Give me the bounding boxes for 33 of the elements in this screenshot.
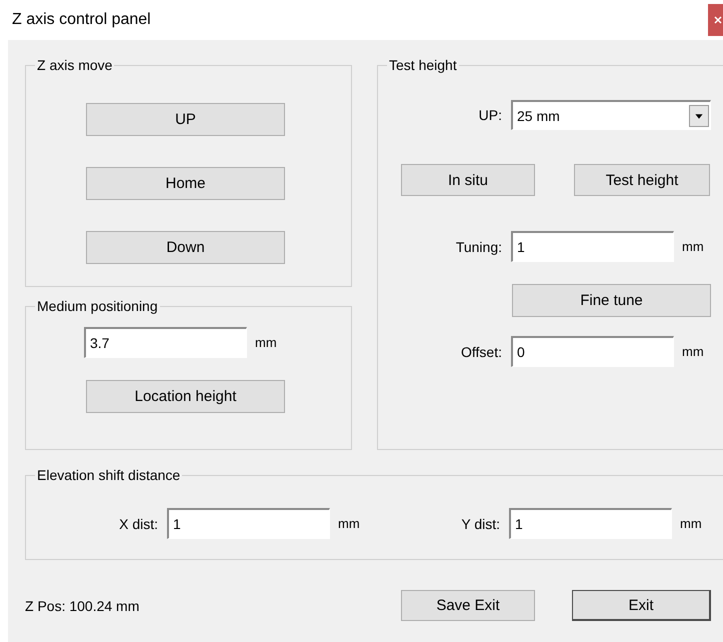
field-label: Offset: bbox=[460, 344, 503, 360]
dialog-button[interactable]: Save Exit bbox=[401, 590, 535, 621]
unit-label: mm bbox=[680, 516, 703, 531]
unit-label: mm bbox=[338, 516, 361, 531]
group-title: Elevation shift distance bbox=[36, 467, 182, 484]
field-label: X dist: bbox=[118, 516, 159, 532]
field-label: Y dist: bbox=[460, 516, 501, 532]
group-title: Medium positioning bbox=[36, 298, 159, 315]
text-field[interactable]: 1 bbox=[509, 508, 672, 539]
dropdown[interactable]: 25 mm bbox=[511, 100, 711, 130]
close-icon bbox=[714, 16, 722, 24]
field-label: UP: bbox=[478, 107, 503, 123]
unit-label: mm bbox=[682, 239, 704, 254]
move-button[interactable]: Down bbox=[86, 231, 285, 264]
location-height-button[interactable]: Location height bbox=[86, 380, 285, 413]
close-button[interactable] bbox=[708, 4, 723, 36]
move-button[interactable]: Home bbox=[86, 167, 285, 200]
default-button[interactable]: Exit bbox=[572, 590, 711, 621]
unit-label: mm bbox=[255, 335, 277, 350]
unit-label: mm bbox=[682, 344, 704, 359]
action-button[interactable]: In situ bbox=[401, 164, 535, 196]
window-title: Z axis control panel bbox=[12, 11, 151, 29]
field-label: Tuning: bbox=[454, 238, 503, 254]
text-field[interactable]: 0 bbox=[511, 336, 674, 367]
action-button[interactable]: Test height bbox=[574, 164, 710, 196]
group-title: Test height bbox=[388, 57, 458, 74]
text-field[interactable]: 1 bbox=[167, 508, 330, 539]
z-position-text: Z Pos: 100.24 mm bbox=[25, 598, 140, 614]
text-field[interactable]: 1 bbox=[511, 231, 674, 262]
move-button[interactable]: UP bbox=[86, 103, 285, 136]
fine-tune-button[interactable]: Fine tune bbox=[512, 284, 711, 317]
group-title: Z axis move bbox=[36, 57, 114, 74]
text-field[interactable]: 3.7 bbox=[84, 327, 247, 358]
